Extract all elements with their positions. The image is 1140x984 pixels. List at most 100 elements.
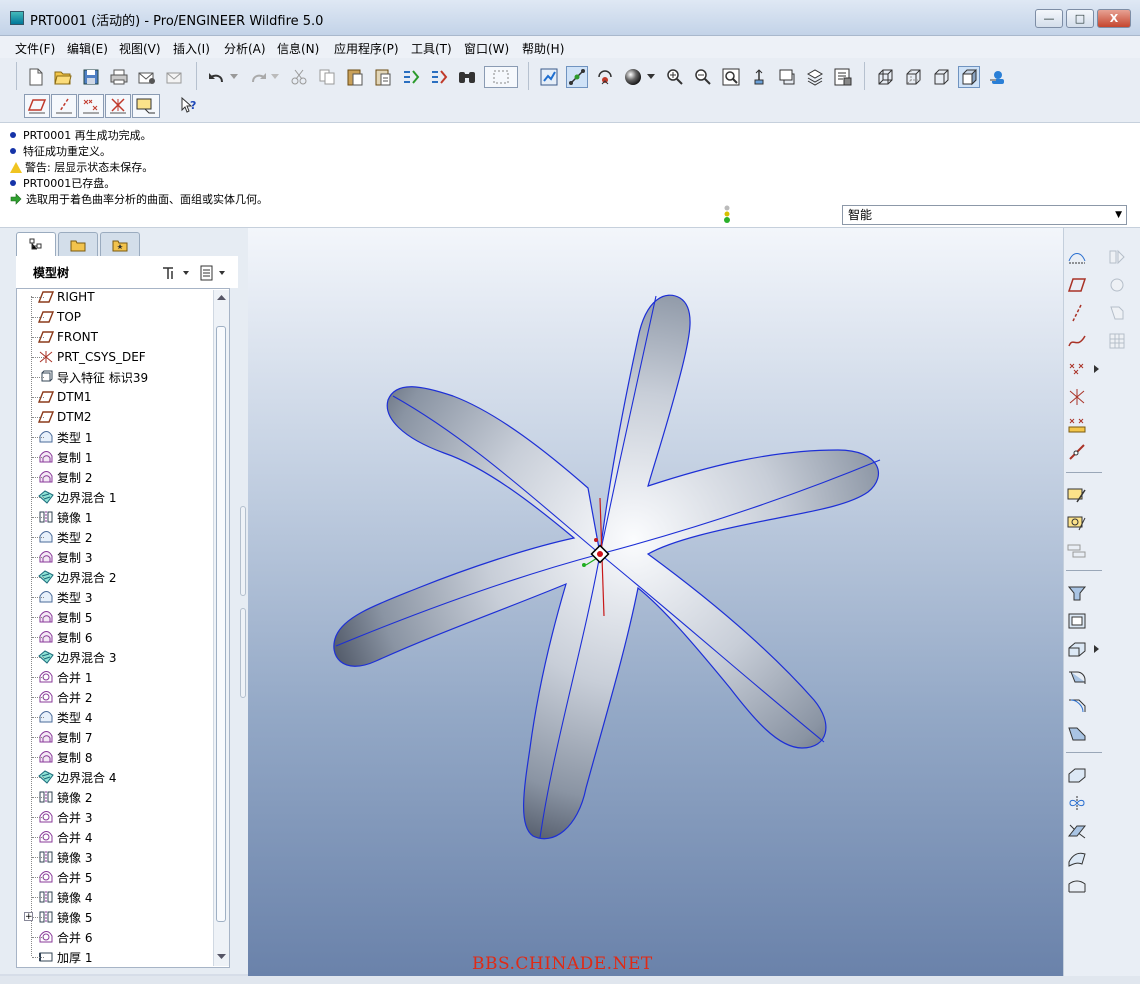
graphics-window[interactable] xyxy=(248,228,1063,976)
cut-icon[interactable] xyxy=(288,66,310,88)
shrinkwrap-icon[interactable] xyxy=(1106,302,1128,324)
undo-dropdown-icon[interactable] xyxy=(228,66,240,88)
new-file-icon[interactable] xyxy=(25,66,47,88)
spin-center-icon[interactable] xyxy=(566,66,588,88)
tree-item[interactable]: 类型 4 xyxy=(24,707,92,727)
scroll-down-icon[interactable] xyxy=(217,954,226,960)
tree-settings-icon[interactable] xyxy=(160,262,192,284)
saved-views-icon[interactable] xyxy=(776,66,798,88)
tab-folder-browser[interactable] xyxy=(58,232,98,256)
tab-model-tree[interactable] xyxy=(16,232,56,256)
tree-item[interactable]: 加厚 1 xyxy=(24,947,92,967)
trim-tool-icon[interactable] xyxy=(1066,820,1088,842)
tree-item[interactable]: 复制 2 xyxy=(24,467,92,487)
tree-item[interactable]: 边界混合 4 xyxy=(24,767,116,787)
solidify-tool-icon[interactable] xyxy=(1066,876,1088,898)
menu-applications[interactable]: 应用程序(P) xyxy=(334,40,399,57)
tree-item[interactable]: 复制 6 xyxy=(24,627,92,647)
wireframe-icon[interactable] xyxy=(874,66,896,88)
tree-item[interactable]: 合并 1 xyxy=(24,667,92,687)
mirror-tool-icon[interactable] xyxy=(1066,764,1088,786)
tree-item[interactable]: 镜像 5 xyxy=(24,907,92,927)
menu-analysis[interactable]: 分析(A) xyxy=(224,40,266,57)
tab-favorites[interactable] xyxy=(100,232,140,256)
orient-mode-icon[interactable] xyxy=(594,66,616,88)
regenerate-icon[interactable] xyxy=(400,66,422,88)
tree-item[interactable]: 边界混合 3 xyxy=(24,647,116,667)
menu-window[interactable]: 窗口(W) xyxy=(464,40,509,57)
tree-item[interactable]: TOP xyxy=(24,307,81,327)
scroll-thumb[interactable] xyxy=(216,326,226,922)
context-help-icon[interactable]: ? xyxy=(178,94,200,116)
datum-point-tool-icon[interactable] xyxy=(1066,358,1088,380)
view-manager-icon[interactable] xyxy=(832,66,854,88)
tree-item[interactable]: 导入特征 标识39 xyxy=(24,367,148,387)
sketched-curve-icon[interactable] xyxy=(1066,540,1088,562)
thicken-tool-icon[interactable] xyxy=(1066,848,1088,870)
tree-item[interactable]: FRONT xyxy=(24,327,98,347)
menu-view[interactable]: 视图(V) xyxy=(119,40,161,57)
reorient-icon[interactable] xyxy=(748,66,770,88)
menu-help[interactable]: 帮助(H) xyxy=(522,40,564,57)
tree-item[interactable]: 镜像 4 xyxy=(24,887,92,907)
no-hidden-icon[interactable] xyxy=(930,66,952,88)
tree-item[interactable]: 镜像 1 xyxy=(24,507,92,527)
tree-item[interactable]: RIGHT xyxy=(24,287,95,307)
regen-status-icon[interactable] xyxy=(722,204,732,227)
hidden-line-icon[interactable] xyxy=(902,66,924,88)
save-icon[interactable] xyxy=(80,66,102,88)
mirror-geometry-icon[interactable] xyxy=(1106,246,1128,268)
appearance-dropdown-icon[interactable] xyxy=(645,66,657,88)
email-link-icon[interactable] xyxy=(164,66,186,88)
tree-item[interactable]: 合并 5 xyxy=(24,867,92,887)
tree-item[interactable]: 复制 8 xyxy=(24,747,92,767)
csys-tool-icon[interactable] xyxy=(1066,386,1088,408)
sketch-tool-icon[interactable] xyxy=(1066,484,1088,506)
selection-filter-select[interactable]: 智能 ▼ xyxy=(842,205,1127,225)
tree-item[interactable]: 镜像 3 xyxy=(24,847,92,867)
reference-feature-icon[interactable] xyxy=(1066,442,1088,464)
tree-item[interactable]: 镜像 2 xyxy=(24,787,92,807)
curvature-analysis-icon[interactable] xyxy=(1066,246,1088,268)
tree-item[interactable]: 合并 6 xyxy=(24,927,92,947)
mesh-surface-icon[interactable] xyxy=(1106,330,1128,352)
pattern-tool-icon[interactable] xyxy=(1066,638,1088,660)
tree-item[interactable]: DTM1 xyxy=(24,387,92,407)
paste-special-icon[interactable] xyxy=(372,66,394,88)
datum-point-display-icon[interactable] xyxy=(78,94,104,118)
datum-axis-tool-icon[interactable] xyxy=(1066,302,1088,324)
expand-icon[interactable]: + xyxy=(24,912,33,922)
starfish-model[interactable] xyxy=(248,228,1063,976)
analysis-feature-icon[interactable] xyxy=(1066,414,1088,436)
draft-tool-icon[interactable] xyxy=(1066,722,1088,744)
shaded-icon[interactable] xyxy=(958,66,980,88)
tree-item[interactable]: 类型 2 xyxy=(24,527,92,547)
redo-dropdown-icon[interactable] xyxy=(269,66,281,88)
datum-plane-display-icon[interactable] xyxy=(24,94,50,118)
round-tool-icon[interactable] xyxy=(1066,666,1088,688)
tree-item[interactable]: DTM2 xyxy=(24,407,92,427)
tree-item[interactable]: 类型 3 xyxy=(24,587,92,607)
tree-item[interactable]: 复制 7 xyxy=(24,727,92,747)
tree-item[interactable]: 合并 2 xyxy=(24,687,92,707)
redo-icon[interactable] xyxy=(247,66,269,88)
csys-display-icon[interactable] xyxy=(105,94,131,118)
copy-geometry-icon[interactable] xyxy=(1106,274,1128,296)
datum-axis-display-icon[interactable] xyxy=(51,94,77,118)
find-icon[interactable] xyxy=(456,66,478,88)
menu-tools[interactable]: 工具(T) xyxy=(411,40,452,57)
tree-item[interactable]: 复制 1 xyxy=(24,447,92,467)
menu-info[interactable]: 信息(N) xyxy=(277,40,319,57)
tree-item[interactable]: 合并 4 xyxy=(24,827,92,847)
merge-tool-icon[interactable] xyxy=(1066,792,1088,814)
tree-scrollbar[interactable] xyxy=(213,290,229,966)
datum-plane-tool-icon[interactable] xyxy=(1066,274,1088,296)
model-player-icon[interactable] xyxy=(986,66,1008,88)
close-button[interactable]: X xyxy=(1097,9,1131,28)
paste-icon[interactable] xyxy=(344,66,366,88)
tree-item[interactable]: 类型 1 xyxy=(24,427,92,447)
scroll-up-icon[interactable] xyxy=(217,294,226,300)
open-folder-icon[interactable] xyxy=(52,66,74,88)
shading-sphere-icon[interactable] xyxy=(622,66,644,88)
repaint-icon[interactable] xyxy=(538,66,560,88)
